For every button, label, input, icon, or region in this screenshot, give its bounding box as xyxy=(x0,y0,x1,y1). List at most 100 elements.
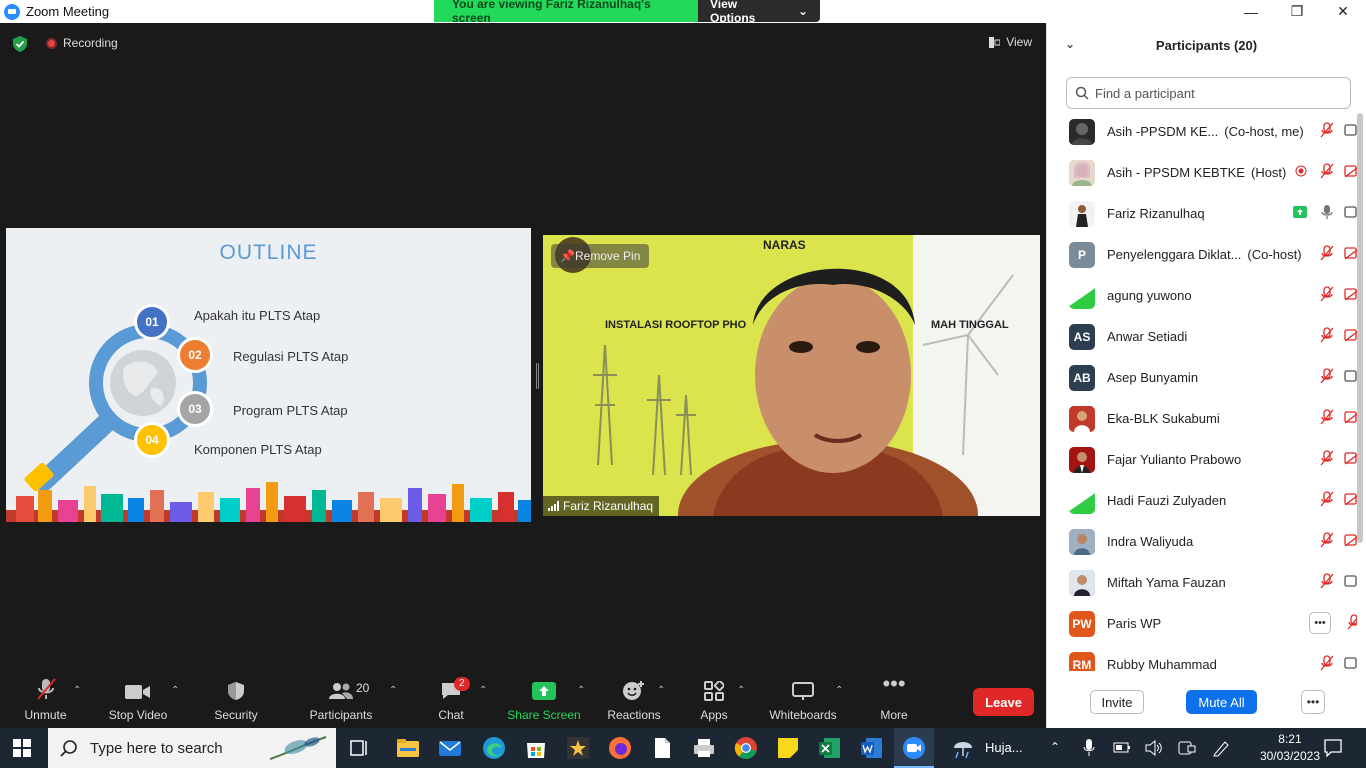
camera-off-icon[interactable] xyxy=(1344,451,1357,468)
view-button[interactable]: View xyxy=(989,35,1032,49)
camera-off-icon[interactable] xyxy=(1344,492,1357,509)
mail-icon[interactable] xyxy=(438,736,462,760)
chat-button[interactable]: 2 Chat xyxy=(430,673,472,728)
participant-row[interactable]: AS Anwar Setiadi xyxy=(1047,316,1357,357)
camera-off-icon[interactable] xyxy=(1344,287,1357,304)
camera-off-icon[interactable] xyxy=(1344,328,1357,345)
mic-muted-icon[interactable] xyxy=(1319,286,1335,305)
apps-button[interactable]: Apps xyxy=(694,673,734,728)
participant-row[interactable]: Asih -PPSDM KE... (Co-host, me) xyxy=(1047,111,1357,152)
participant-row[interactable]: Fariz Rizanulhaq xyxy=(1047,193,1357,234)
mic-muted-icon[interactable] xyxy=(1319,368,1335,387)
show-hidden-icons-chevron[interactable]: ⌃ xyxy=(1050,740,1060,754)
panel-more-button[interactable]: ••• xyxy=(1301,690,1325,714)
media-app-icon[interactable] xyxy=(566,736,590,760)
view-options-button[interactable]: View Options ⌄ xyxy=(698,0,820,25)
volume-icon[interactable] xyxy=(1145,740,1163,756)
stop-video-button[interactable]: Stop Video xyxy=(104,673,172,728)
camera-on-icon[interactable] xyxy=(1344,205,1357,222)
security-shield-icon[interactable] xyxy=(12,35,28,53)
windows-start-icon[interactable] xyxy=(13,739,31,757)
participant-row[interactable]: P Penyelenggara Diklat... (Co-host) xyxy=(1047,234,1357,275)
participant-row[interactable]: Indra Waliyuda xyxy=(1047,521,1357,562)
mic-muted-icon[interactable] xyxy=(1319,532,1335,551)
chrome-icon[interactable] xyxy=(734,736,758,760)
battery-icon[interactable] xyxy=(1113,741,1131,755)
share-options-caret[interactable]: ⌃ xyxy=(577,685,585,696)
camera-on-icon[interactable] xyxy=(1344,369,1357,386)
split-view-handle[interactable] xyxy=(536,363,539,389)
pen-workspace-icon[interactable] xyxy=(1212,739,1230,757)
restore-icon[interactable]: ❐ xyxy=(1274,0,1320,23)
camera-on-icon[interactable] xyxy=(1344,656,1357,671)
apps-options-caret[interactable]: ⌃ xyxy=(737,685,745,696)
mic-muted-icon[interactable] xyxy=(1319,122,1335,141)
speaker-video[interactable]: NARAS INSTALASI ROOFTOP PHO MAH TINGGAL … xyxy=(543,235,1040,516)
sticky-notes-icon[interactable] xyxy=(776,736,800,760)
mic-muted-icon[interactable] xyxy=(1319,655,1335,671)
leave-button[interactable]: Leave xyxy=(973,688,1034,716)
document-icon[interactable] xyxy=(650,736,674,760)
camera-off-icon[interactable] xyxy=(1344,410,1357,427)
share-screen-button[interactable]: Share Screen xyxy=(506,673,582,728)
mic-muted-icon[interactable] xyxy=(1319,245,1335,264)
mic-muted-icon[interactable] xyxy=(1319,450,1335,469)
audio-options-caret[interactable]: ⌃ xyxy=(73,685,81,696)
participant-row[interactable]: agung yuwono xyxy=(1047,275,1357,316)
participant-list-scrollbar[interactable] xyxy=(1357,113,1363,543)
more-button[interactable]: ••• More xyxy=(874,671,914,728)
mic-on-icon[interactable] xyxy=(1319,204,1335,223)
file-explorer-icon[interactable] xyxy=(396,736,420,760)
firefox-icon[interactable] xyxy=(608,736,632,760)
reactions-options-caret[interactable]: ⌃ xyxy=(657,685,665,696)
whiteboards-options-caret[interactable]: ⌃ xyxy=(835,685,843,696)
security-button[interactable]: Security xyxy=(208,673,264,728)
camera-off-icon[interactable] xyxy=(1344,246,1357,263)
participant-row[interactable]: AB Asep Bunyamin xyxy=(1047,357,1357,398)
recording-indicator[interactable]: Recording xyxy=(46,36,118,50)
participants-options-caret[interactable]: ⌃ xyxy=(389,685,397,696)
microsoft-store-icon[interactable] xyxy=(524,736,548,760)
microphone-tray-icon[interactable] xyxy=(1083,739,1095,757)
task-view-icon[interactable] xyxy=(348,736,372,760)
participant-row[interactable]: Miftah Yama Fauzan xyxy=(1047,562,1357,603)
participant-row[interactable]: Hadi Fauzi Zulyaden xyxy=(1047,480,1357,521)
participants-button[interactable]: 20 Participants xyxy=(306,673,376,728)
mute-all-button[interactable]: Mute All xyxy=(1186,690,1257,714)
participant-row[interactable]: Eka-BLK Sukabumi xyxy=(1047,398,1357,439)
mic-muted-icon[interactable] xyxy=(1346,614,1357,633)
mic-muted-icon[interactable] xyxy=(1319,327,1335,346)
edge-browser-icon[interactable] xyxy=(482,736,506,760)
camera-off-icon[interactable] xyxy=(1344,164,1357,181)
mic-muted-icon[interactable] xyxy=(1319,163,1335,182)
collapse-chevron-icon[interactable]: ⌄ xyxy=(1065,37,1075,51)
video-options-caret[interactable]: ⌃ xyxy=(171,685,179,696)
camera-on-icon[interactable] xyxy=(1344,574,1357,591)
whiteboards-button[interactable]: Whiteboards xyxy=(766,673,840,728)
excel-icon[interactable] xyxy=(818,736,842,760)
unmute-button[interactable]: Unmute xyxy=(18,673,73,728)
zoom-taskbar-button[interactable] xyxy=(894,728,934,768)
close-icon[interactable]: ✕ xyxy=(1320,0,1366,23)
taskbar-clock[interactable]: 8:21 30/03/2023 xyxy=(1260,731,1320,765)
invite-button[interactable]: Invite xyxy=(1090,690,1144,714)
notification-center-icon[interactable] xyxy=(1324,739,1342,757)
mic-muted-icon[interactable] xyxy=(1319,573,1335,592)
camera-on-icon[interactable] xyxy=(1344,123,1357,140)
reactions-button[interactable]: Reactions xyxy=(604,673,664,728)
participant-row[interactable]: Asih - PPSDM KEBTKE (Host) xyxy=(1047,152,1357,193)
taskbar-search-box[interactable]: Type here to search xyxy=(48,728,336,768)
printer-app-icon[interactable] xyxy=(692,736,716,760)
mic-muted-icon[interactable] xyxy=(1319,409,1335,428)
chat-options-caret[interactable]: ⌃ xyxy=(479,685,487,696)
minimize-icon[interactable]: — xyxy=(1228,0,1274,23)
participant-row[interactable]: Fajar Yulianto Prabowo xyxy=(1047,439,1357,480)
participant-more-button[interactable]: ••• xyxy=(1309,612,1331,634)
remove-pin-button[interactable]: 📌 Remove Pin xyxy=(551,244,650,268)
camera-off-icon[interactable] xyxy=(1344,533,1357,550)
word-icon[interactable] xyxy=(860,736,884,760)
network-icon[interactable] xyxy=(1178,740,1196,756)
participant-row[interactable]: PW Paris WP ••• xyxy=(1047,603,1357,644)
mic-muted-icon[interactable] xyxy=(1319,491,1335,510)
participant-row[interactable]: RM Rubby Muhammad xyxy=(1047,644,1357,671)
